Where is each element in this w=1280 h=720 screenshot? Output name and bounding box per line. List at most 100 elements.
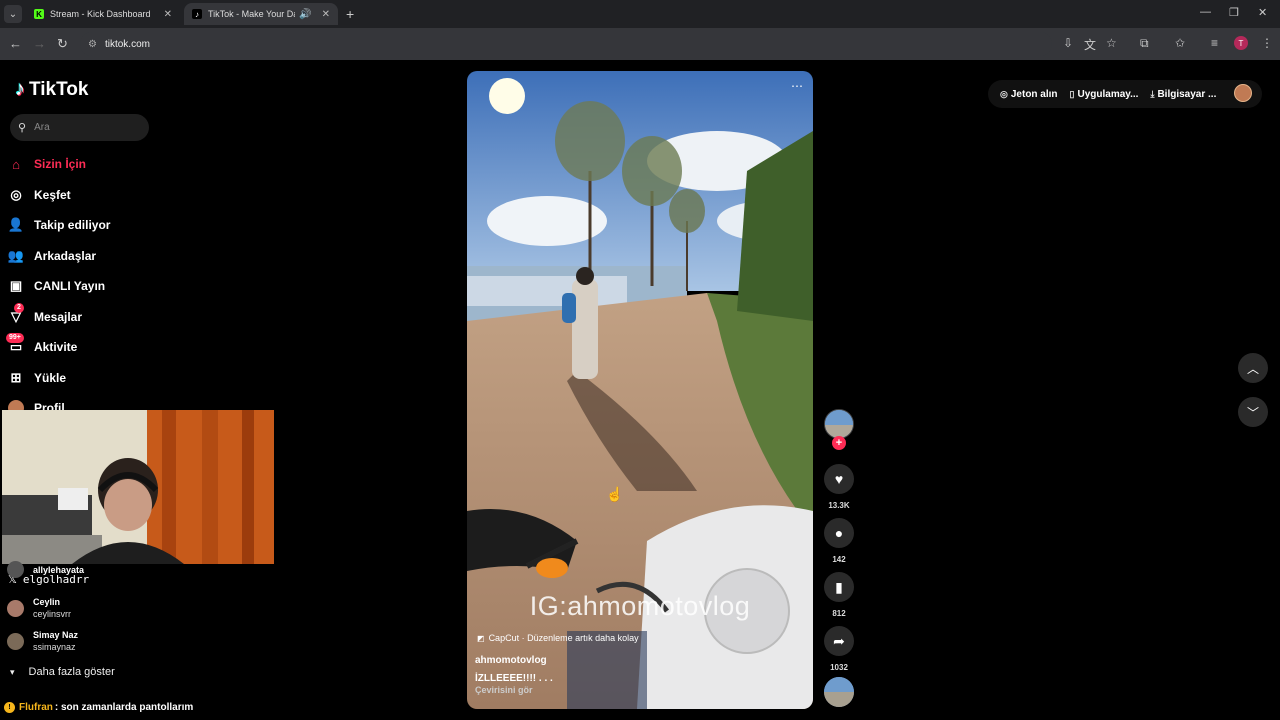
tiktok-icon: ♪ — [192, 9, 202, 19]
following-account[interactable]: allylehayata — [7, 561, 84, 578]
tab-groups-icon[interactable]: ≡ — [1211, 36, 1218, 50]
music-disc-avatar[interactable] — [824, 677, 854, 707]
tab-kick[interactable]: K Stream - Kick Dashboard ✕ — [26, 3, 180, 25]
sidebar-item-label: Arkadaşlar — [34, 249, 97, 263]
comment-icon: ● — [834, 525, 844, 541]
get-coins-button[interactable]: ◎ Jeton alın — [1000, 89, 1058, 100]
account-name: Simay Naz — [33, 630, 79, 640]
account-handle: ssimaynaz — [33, 642, 76, 652]
chevron-down-icon: ▾ — [10, 666, 15, 677]
phone-icon: ▯ — [1069, 88, 1075, 99]
minimize-button[interactable]: — — [1200, 6, 1211, 18]
menu-icon[interactable]: ⋮ — [1261, 36, 1273, 50]
desktop-app-button[interactable]: ⤓ Bilgisayar ... — [1150, 89, 1216, 100]
address-bar[interactable]: ⚙ tiktok.com — [80, 32, 1052, 56]
share-icon: ➦ — [833, 632, 845, 649]
next-video-button[interactable]: ﹀ — [1238, 397, 1268, 427]
new-tab-button[interactable]: + — [346, 6, 354, 22]
more-options-icon[interactable]: ⋯ — [791, 79, 803, 93]
following-account[interactable]: Ceylin ceylinsvrr — [7, 596, 71, 620]
comment-button[interactable]: ● — [824, 518, 854, 548]
friends-icon: 👥 — [7, 248, 25, 263]
home-icon: ⌂ — [12, 156, 20, 172]
chat-text: : son zamanlarda pantollarım — [54, 702, 194, 713]
speaker-icon[interactable]: 🔊 — [299, 9, 311, 20]
creator-avatar[interactable] — [824, 409, 854, 439]
user-avatar[interactable] — [1234, 84, 1252, 102]
video-player[interactable]: ⋯ IG:ahmomotovlog ◩ CapCut · Düzenleme a… — [467, 71, 813, 709]
previous-video-button[interactable]: ︿ — [1238, 353, 1268, 383]
sidebar-item-upload[interactable]: ⊞ Yükle — [8, 370, 66, 386]
sidebar-item-for-you[interactable]: ⌂ Sizin İçin — [8, 156, 86, 172]
account-avatar — [7, 561, 24, 578]
account-name: Ceylin — [33, 597, 61, 607]
back-icon[interactable]: ← — [9, 36, 22, 51]
notification-badge: 2 — [14, 303, 24, 313]
chevron-down-icon: ﹀ — [1246, 405, 1259, 420]
video-watermark: IG:ahmomotovlog — [529, 591, 751, 621]
close-window-button[interactable]: ✕ — [1258, 6, 1267, 19]
site-info-icon[interactable]: ⚙ — [88, 39, 97, 50]
video-author[interactable]: ahmomotovlog — [475, 655, 547, 666]
translate-link[interactable]: Çevirisini gör — [475, 685, 533, 695]
install-app-icon[interactable]: ⇩ — [1063, 36, 1073, 50]
sidebar-item-messages[interactable]: ▽ 2 Mesajlar — [8, 303, 83, 325]
notification-badge: 99+ — [6, 333, 24, 343]
translate-icon[interactable]: 文 — [1084, 36, 1096, 53]
tiktok-logo[interactable]: ♪ TikTok — [15, 78, 88, 101]
sidebar-item-label: Takip ediliyor — [34, 218, 111, 232]
follow-button[interactable]: + — [832, 436, 846, 450]
sidebar-item-label: Mesajlar — [34, 310, 83, 324]
sidebar-item-friends[interactable]: 👥 Arkadaşlar — [8, 248, 96, 264]
sidebar-item-following[interactable]: 👤 Takip ediliyor — [7, 217, 111, 233]
sidebar-item-label: Yükle — [34, 371, 67, 385]
close-tab-icon[interactable]: ✕ — [164, 9, 172, 20]
browser-profile-avatar[interactable]: T — [1234, 36, 1248, 50]
message-icon: ▽ 2 — [8, 303, 24, 325]
extensions-icon[interactable]: ⧉ — [1140, 36, 1149, 51]
top-actions-bar: ◎ Jeton alın ▯ Uygulamay... ⤓ Bilgisayar ..… — [988, 80, 1262, 108]
sidebar-item-label: Keşfet — [34, 188, 71, 202]
heart-icon: ♥ — [834, 471, 844, 487]
tab-title: TikTok - Make Your Day — [208, 9, 296, 19]
chevron-up-icon: ︿ — [1246, 361, 1259, 376]
sidebar-item-explore[interactable]: ◎ Keşfet — [8, 187, 71, 203]
url-text: tiktok.com — [104, 38, 150, 50]
coin-icon: ◎ — [1000, 88, 1008, 99]
share-button[interactable]: ➦ — [824, 626, 854, 656]
comment-count: 142 — [832, 555, 846, 564]
chat-badge-icon: ! — [4, 702, 15, 713]
capcut-link[interactable]: ◩ CapCut · Düzenleme artık daha kolay — [477, 633, 639, 643]
upload-icon: ⊞ — [10, 370, 22, 385]
forward-icon[interactable]: → — [33, 36, 46, 51]
close-tab-icon[interactable]: ✕ — [322, 9, 330, 20]
logo-text: TikTok — [29, 78, 89, 100]
save-button[interactable]: ▮ — [824, 572, 854, 602]
account-avatar — [7, 599, 24, 617]
bookmark-icon: ▮ — [835, 578, 843, 595]
like-button[interactable]: ♥ — [824, 464, 854, 494]
like-count: 13.3K — [828, 501, 850, 510]
tab-tiktok[interactable]: ♪ TikTok - Make Your Day 🔊 ✕ — [184, 3, 338, 25]
sidebar-item-label: Aktivite — [34, 340, 78, 354]
activity-icon: ▭ 99+ — [6, 333, 24, 355]
following-account[interactable]: Simay Naz ssimaynaz — [7, 629, 78, 653]
search-placeholder: Ara — [34, 122, 50, 133]
compass-icon: ◎ — [10, 187, 22, 202]
chat-username: Flufran — [19, 702, 53, 713]
person-follow-icon: 👤 — [7, 217, 25, 232]
live-tv-icon: ▣ — [9, 278, 23, 293]
sidebar-item-activity[interactable]: ▭ 99+ Aktivite — [6, 333, 78, 355]
get-app-button[interactable]: ▯ Uygulamay... — [1070, 89, 1139, 100]
capcut-icon: ◩ — [477, 633, 485, 643]
favorites-icon[interactable]: ✩ — [1175, 36, 1185, 50]
download-icon: ⤓ — [1150, 88, 1155, 99]
reload-icon[interactable]: ↻ — [57, 36, 68, 52]
tab-search-button[interactable]: ⌄ — [4, 5, 22, 23]
restore-button[interactable]: ❐ — [1229, 6, 1239, 19]
sidebar-item-live[interactable]: ▣ CANLI Yayın — [8, 278, 105, 294]
webcam-overlay — [2, 410, 274, 564]
search-input[interactable]: ⚲ Ara — [10, 114, 149, 141]
show-more-button[interactable]: ▾ Daha fazla göster — [10, 666, 115, 678]
bookmark-star-icon[interactable]: ☆ — [1106, 36, 1117, 50]
